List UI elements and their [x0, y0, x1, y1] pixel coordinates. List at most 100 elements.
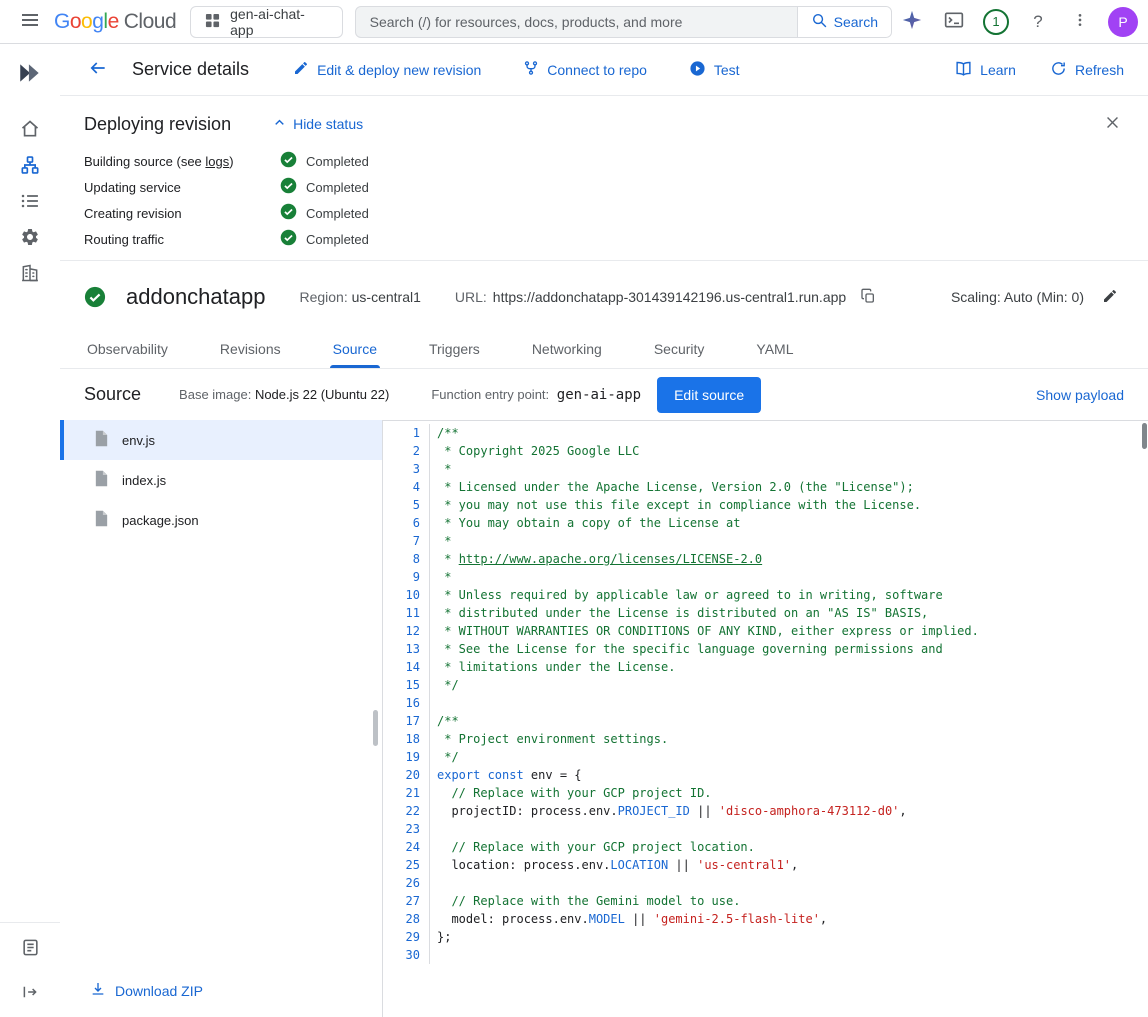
main-content: Deploying revision Hide status Building … [60, 96, 1148, 1017]
tab-yaml[interactable]: YAML [753, 329, 796, 368]
services-icon [20, 155, 40, 178]
code-line: 21 // Replace with your GCP project ID. [383, 784, 1148, 802]
check-circle-icon [280, 203, 297, 223]
gemini-button[interactable] [892, 2, 932, 42]
service-url-link[interactable]: https://addonchatapp-301439142196.us-cen… [493, 289, 846, 305]
cloud-shell-button[interactable] [934, 2, 974, 42]
search-input[interactable] [356, 14, 797, 30]
file-icon [94, 430, 109, 450]
code-line: 10 * Unless required by applicable law o… [383, 586, 1148, 604]
code-lines: 1/**2 * Copyright 2025 Google LLC3 *4 * … [383, 424, 1148, 964]
hide-status-button[interactable]: Hide status [273, 116, 363, 132]
base-image-value: Node.js 22 (Ubuntu 22) [255, 387, 389, 402]
search-button[interactable]: Search [797, 7, 891, 37]
code-line: 24 // Replace with your GCP project loca… [383, 838, 1148, 856]
edit-scaling-button[interactable] [1096, 283, 1124, 311]
refresh-button[interactable]: Refresh [1050, 60, 1124, 80]
close-status-button[interactable] [1098, 110, 1126, 138]
scaling-value: Scaling: Auto (Min: 0) [951, 289, 1084, 305]
project-selector[interactable]: gen-ai-chat-app [190, 6, 342, 38]
source-toolbar: Source Base image: Node.js 22 (Ubuntu 22… [60, 369, 1148, 420]
code-line: 28 model: process.env.MODEL || 'gemini-2… [383, 910, 1148, 928]
hamburger-icon [21, 11, 39, 32]
copy-url-button[interactable] [854, 283, 882, 311]
subheader-right: Learn Refresh [955, 60, 1124, 80]
arrow-back-icon [88, 58, 108, 81]
code-line: 2 * Copyright 2025 Google LLC [383, 442, 1148, 460]
sidebar-item-integrations[interactable] [6, 220, 54, 256]
file-icon [94, 470, 109, 490]
more-options-button[interactable] [1060, 2, 1100, 42]
help-button[interactable]: ? [1018, 2, 1058, 42]
url-label: URL: [455, 289, 487, 305]
refresh-icon [1050, 60, 1067, 80]
cloud-run-logo[interactable] [6, 50, 54, 98]
tab-security[interactable]: Security [651, 329, 708, 368]
sidebar-item-home[interactable] [6, 112, 54, 148]
gemini-spark-icon [902, 10, 922, 33]
edit-source-button[interactable]: Edit source [657, 377, 761, 413]
list-icon [20, 191, 40, 214]
code-line: 29}; [383, 928, 1148, 946]
code-line: 9 * [383, 568, 1148, 586]
building-icon [20, 263, 40, 286]
cloud-run-icon [17, 60, 43, 89]
tab-triggers[interactable]: Triggers [426, 329, 483, 368]
back-button[interactable] [78, 50, 118, 90]
code-line: 27 // Replace with the Gemini model to u… [383, 892, 1148, 910]
sidebar-bottom [0, 922, 60, 1017]
sidebar-item-organization[interactable] [6, 256, 54, 292]
code-line: 7 * [383, 532, 1148, 550]
region-label: Region: [299, 289, 347, 305]
sidebar-item-services[interactable] [6, 148, 54, 184]
google-cloud-logo[interactable]: Google Cloud [54, 10, 176, 34]
deploy-steps: Building source (see logs) Completed Upd… [84, 148, 1124, 252]
code-line: 20export const env = { [383, 766, 1148, 784]
code-line: 22 projectID: process.env.PROJECT_ID || … [383, 802, 1148, 820]
sidebar-item-jobs[interactable] [6, 184, 54, 220]
release-notes-button[interactable] [6, 931, 54, 967]
sidebar [0, 44, 60, 1017]
entry-point-value: gen-ai-app [557, 387, 641, 403]
file-icon [94, 510, 109, 530]
code-line: 30 [383, 946, 1148, 964]
tab-source[interactable]: Source [330, 329, 380, 368]
avatar[interactable]: P [1108, 7, 1138, 37]
search-icon [811, 12, 828, 32]
connect-to-repo-button[interactable]: Connect to repo [523, 60, 647, 79]
file-row-index-js[interactable]: index.js [60, 460, 382, 500]
file-panel-scrollbar[interactable] [373, 710, 378, 746]
file-row-package-json[interactable]: package.json [60, 500, 382, 540]
logs-link[interactable]: logs [205, 154, 229, 169]
code-line: 4 * Licensed under the Apache License, V… [383, 478, 1148, 496]
show-payload-link[interactable]: Show payload [1036, 387, 1124, 403]
file-row-env-js[interactable]: env.js [60, 420, 382, 460]
code-scrollbar[interactable] [1142, 423, 1147, 449]
code-line: 1/** [383, 424, 1148, 442]
service-name: addonchatapp [126, 284, 265, 310]
project-icon [205, 13, 220, 31]
download-zip-button[interactable]: Download ZIP [60, 969, 382, 1017]
edit-deploy-button[interactable]: Edit & deploy new revision [293, 60, 481, 79]
page-title: Service details [132, 59, 249, 80]
code-line: 3 * [383, 460, 1148, 478]
tab-revisions[interactable]: Revisions [217, 329, 284, 368]
copy-icon [860, 288, 876, 307]
tab-observability[interactable]: Observability [84, 329, 171, 368]
deploy-panel-title: Deploying revision [84, 114, 231, 135]
learn-button[interactable]: Learn [955, 60, 1016, 80]
test-button[interactable]: Test [689, 60, 740, 80]
service-header-bar: Service details Edit & deploy new revisi… [60, 44, 1148, 96]
tab-networking[interactable]: Networking [529, 329, 605, 368]
notification-badge-button[interactable]: 1 [976, 2, 1016, 42]
pencil-icon [293, 60, 309, 79]
topbar-actions: 1 ? P [892, 2, 1138, 42]
deploy-step: Routing traffic Completed [84, 226, 1124, 252]
region-value: us-central1 [352, 289, 421, 305]
collapse-panel-button[interactable] [6, 975, 54, 1011]
hamburger-menu-button[interactable] [10, 2, 50, 42]
code-line: 19 */ [383, 748, 1148, 766]
deploy-status-panel: Deploying revision Hide status Building … [60, 96, 1148, 261]
code-line: 15 */ [383, 676, 1148, 694]
close-icon [1104, 114, 1121, 134]
